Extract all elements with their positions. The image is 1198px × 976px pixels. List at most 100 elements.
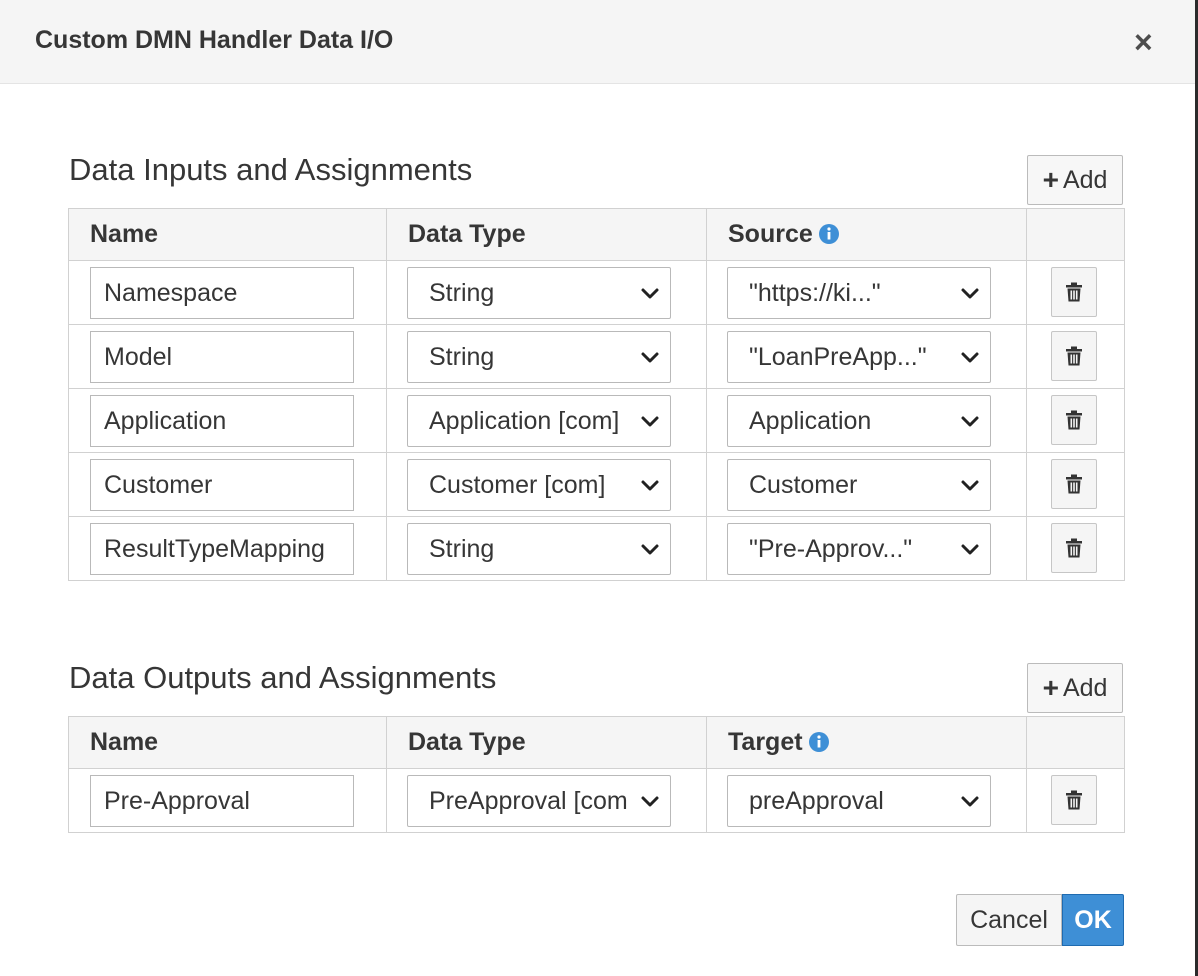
name-cell: Application: [68, 388, 387, 453]
table-row: Pre-Approval PreApproval [com preApproval: [68, 768, 1125, 833]
name-input[interactable]: Customer: [90, 459, 354, 511]
name-input[interactable]: Namespace: [90, 267, 354, 319]
source-cell: "LoanPreApp...": [706, 324, 1027, 389]
source-value: "Pre-Approv...": [749, 535, 913, 563]
source-cell: Customer: [706, 452, 1027, 517]
data-type-cell: PreApproval [com: [386, 768, 707, 833]
column-header-data-type: Data Type: [386, 208, 707, 261]
dialog-header: Custom DMN Handler Data I/O ×: [0, 0, 1195, 84]
table-row: Application Application [com] Application: [68, 388, 1125, 453]
source-cell: Application: [706, 388, 1027, 453]
source-value: "https://ki...": [749, 279, 881, 307]
name-input[interactable]: Model: [90, 331, 354, 383]
delete-row-button[interactable]: [1051, 523, 1097, 573]
source-select[interactable]: "Pre-Approv...": [727, 523, 991, 575]
delete-row-button[interactable]: [1051, 331, 1097, 381]
data-type-select[interactable]: Customer [com]: [407, 459, 671, 511]
trash-icon: [1066, 790, 1082, 810]
column-header-name: Name: [68, 716, 387, 769]
data-type-value: Customer [com]: [429, 471, 606, 499]
chevron-down-icon: [961, 544, 979, 555]
chevron-down-icon: [641, 544, 659, 555]
data-type-value: String: [429, 343, 495, 371]
source-value: "LoanPreApp...": [749, 343, 927, 371]
chevron-down-icon: [961, 416, 979, 427]
info-circle-icon[interactable]: [808, 732, 829, 752]
name-cell: Namespace: [68, 260, 387, 325]
chevron-down-icon: [961, 796, 979, 807]
data-type-select[interactable]: String: [407, 523, 671, 575]
info-circle-icon[interactable]: [818, 224, 839, 244]
table-row: Namespace String "https://ki...": [68, 260, 1125, 325]
data-type-value: PreApproval [com: [429, 787, 628, 815]
delete-row-button[interactable]: [1051, 267, 1097, 317]
delete-row-button[interactable]: [1051, 459, 1097, 509]
source-value: Customer: [749, 471, 858, 499]
data-type-cell: String: [386, 324, 707, 389]
column-header-actions: [1026, 716, 1125, 769]
name-input[interactable]: ResultTypeMapping: [90, 523, 354, 575]
add-output-label: Add: [1062, 673, 1108, 702]
target-header-label: Target: [728, 728, 803, 756]
source-cell: "https://ki...": [706, 260, 1027, 325]
data-type-cell: String: [386, 516, 707, 581]
ok-button[interactable]: OK: [1062, 894, 1124, 946]
trash-icon: [1066, 346, 1082, 366]
data-type-select[interactable]: String: [407, 267, 671, 319]
source-select[interactable]: "LoanPreApp...": [727, 331, 991, 383]
chevron-down-icon: [961, 480, 979, 491]
delete-row-button[interactable]: [1051, 395, 1097, 445]
data-type-cell: Application [com]: [386, 388, 707, 453]
name-input[interactable]: Application: [90, 395, 354, 447]
source-select[interactable]: "https://ki...": [727, 267, 991, 319]
source-header-label: Source: [728, 220, 813, 248]
column-header-data-type: Data Type: [386, 716, 707, 769]
chevron-down-icon: [641, 352, 659, 363]
column-header-source: Source: [706, 208, 1027, 261]
trash-icon: [1066, 538, 1082, 558]
source-select[interactable]: Customer: [727, 459, 991, 511]
target-select[interactable]: preApproval: [727, 775, 991, 827]
outputs-table: Name Data Type Target Pre-Approval PreApp…: [68, 716, 1125, 833]
column-header-target: Target: [706, 716, 1027, 769]
add-input-button[interactable]: + Add: [1027, 155, 1123, 205]
source-select[interactable]: Application: [727, 395, 991, 447]
target-value: preApproval: [749, 787, 884, 815]
inputs-table: Name Data Type Source Namespace String "ht…: [68, 208, 1125, 581]
trash-icon: [1066, 410, 1082, 430]
table-row: Model String "LoanPreApp...": [68, 324, 1125, 389]
name-cell: ResultTypeMapping: [68, 516, 387, 581]
data-type-select[interactable]: String: [407, 331, 671, 383]
add-output-button[interactable]: + Add: [1027, 663, 1123, 713]
close-icon[interactable]: ×: [1134, 24, 1153, 60]
trash-icon: [1066, 282, 1082, 302]
data-type-cell: String: [386, 260, 707, 325]
outputs-section-title: Data Outputs and Assignments: [69, 660, 497, 695]
target-cell: preApproval: [706, 768, 1027, 833]
actions-cell: [1026, 768, 1125, 833]
actions-cell: [1026, 516, 1125, 581]
column-header-actions: [1026, 208, 1125, 261]
column-header-name: Name: [68, 208, 387, 261]
chevron-down-icon: [641, 416, 659, 427]
outputs-header-row: Name Data Type Target: [68, 716, 1125, 769]
data-type-value: Application [com]: [429, 407, 620, 435]
data-type-value: String: [429, 279, 495, 307]
data-type-select[interactable]: PreApproval [com: [407, 775, 671, 827]
name-cell: Customer: [68, 452, 387, 517]
source-cell: "Pre-Approv...": [706, 516, 1027, 581]
cancel-button[interactable]: Cancel: [956, 894, 1062, 946]
plus-icon: +: [1042, 164, 1059, 195]
add-input-label: Add: [1062, 165, 1108, 194]
data-type-cell: Customer [com]: [386, 452, 707, 517]
source-value: Application: [749, 407, 872, 435]
chevron-down-icon: [961, 288, 979, 299]
name-input[interactable]: Pre-Approval: [90, 775, 354, 827]
chevron-down-icon: [961, 352, 979, 363]
table-row: Customer Customer [com] Customer: [68, 452, 1125, 517]
chevron-down-icon: [641, 796, 659, 807]
chevron-down-icon: [641, 480, 659, 491]
data-type-select[interactable]: Application [com]: [407, 395, 671, 447]
name-cell: Pre-Approval: [68, 768, 387, 833]
delete-row-button[interactable]: [1051, 775, 1097, 825]
